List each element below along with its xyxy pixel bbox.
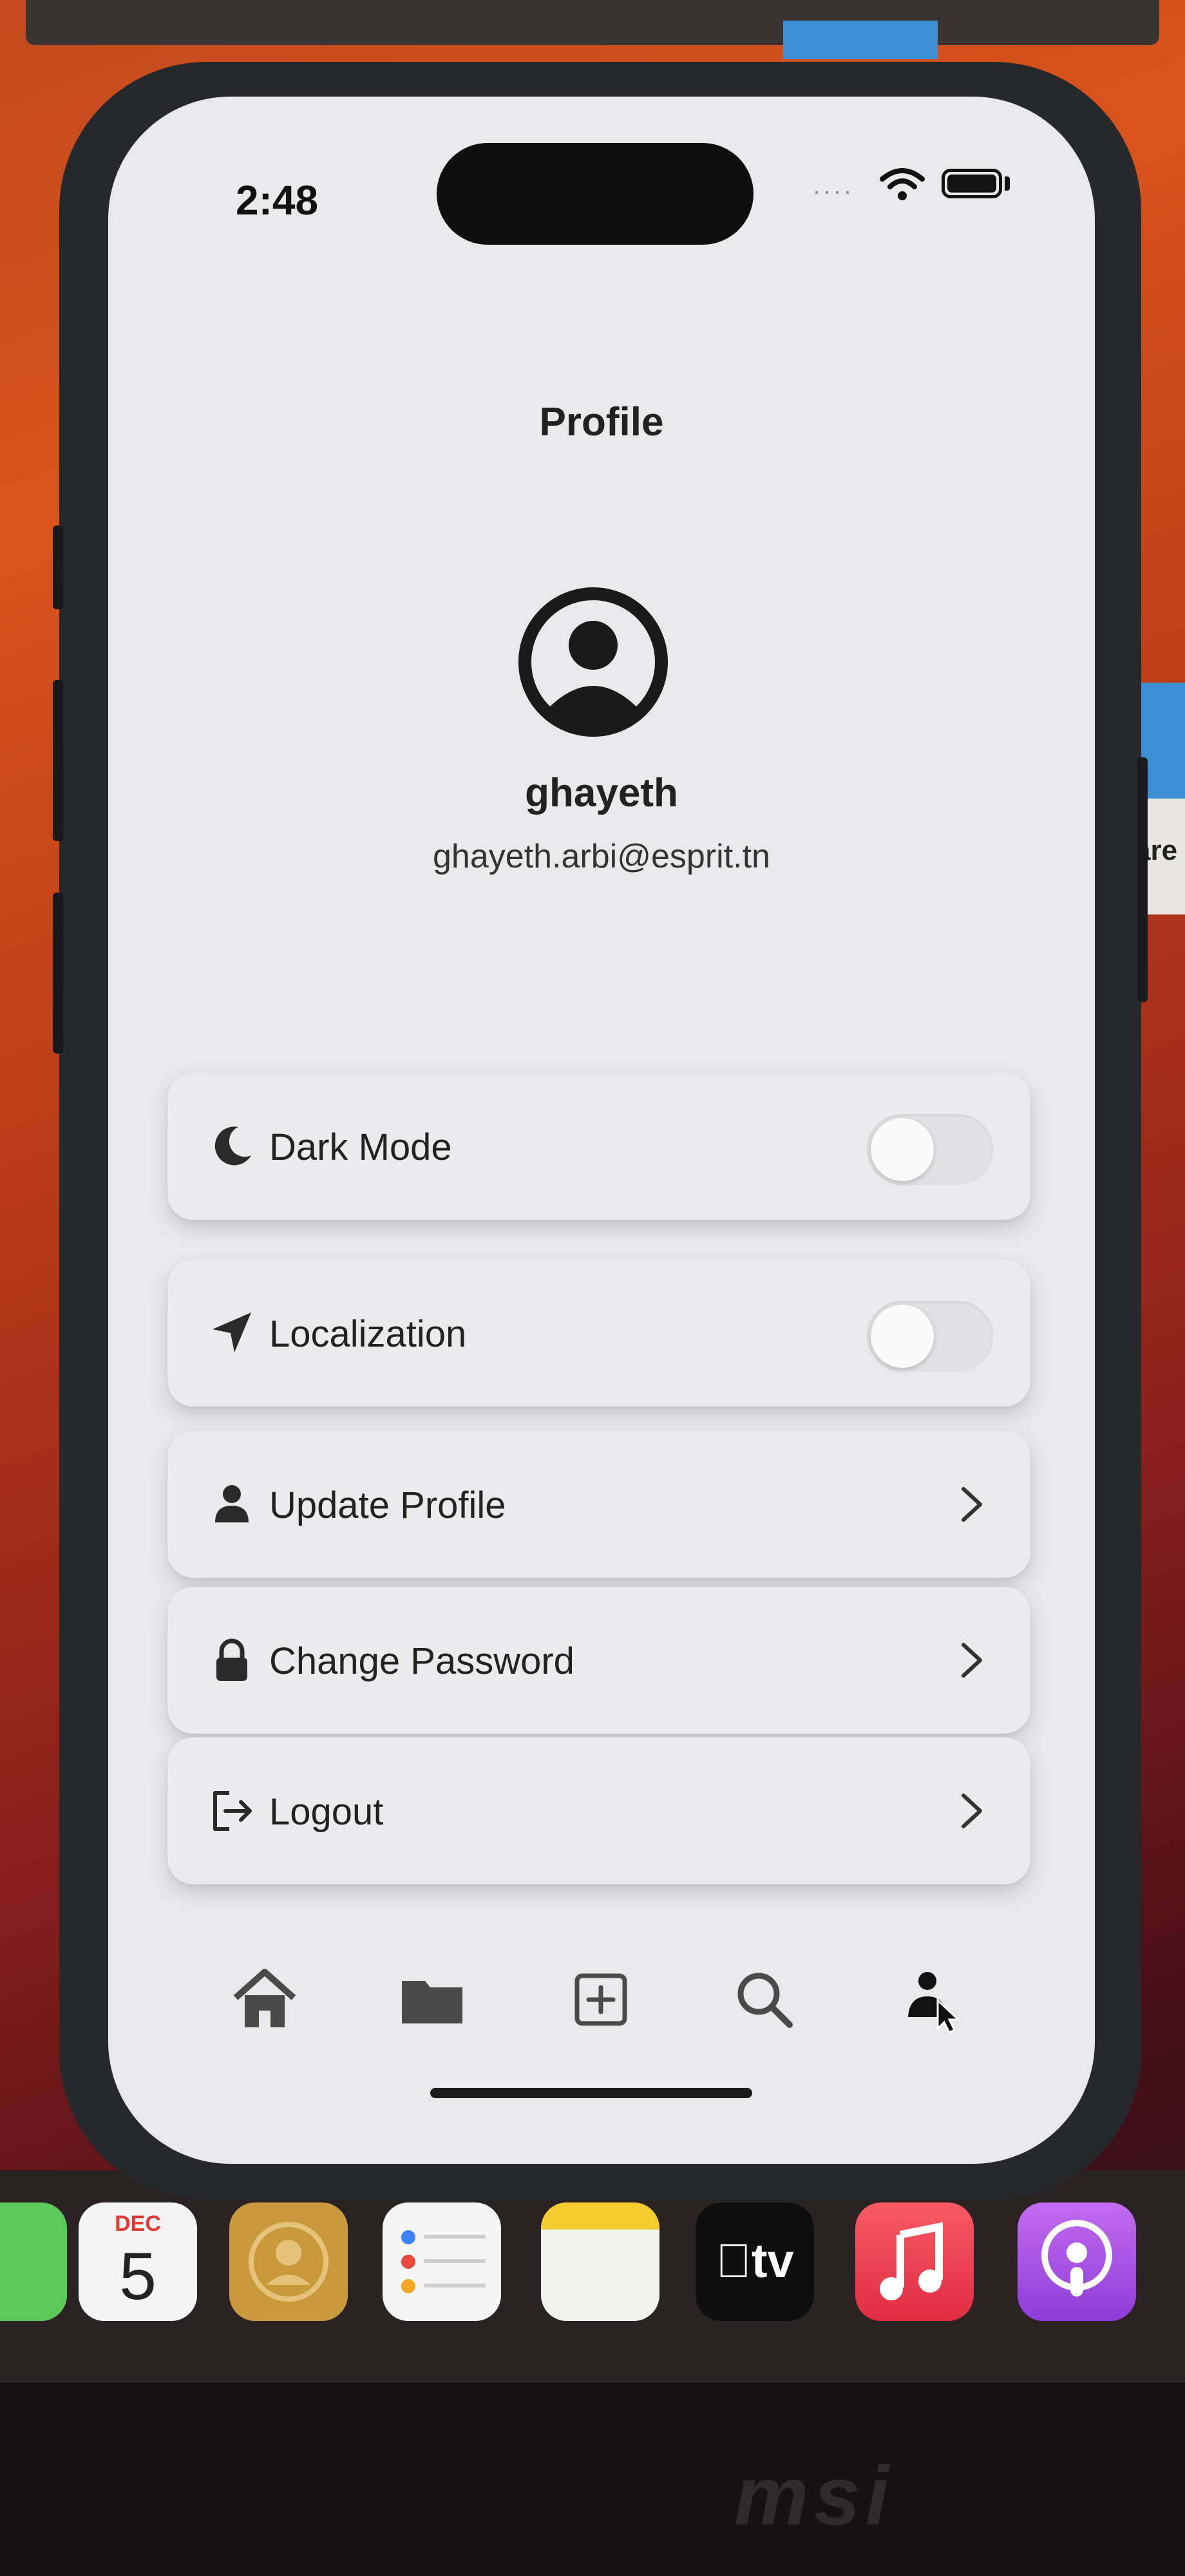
chevron-right-icon <box>962 1487 982 1522</box>
phone-power-button <box>1137 757 1148 1002</box>
dock-contacts-icon[interactable] <box>229 2202 348 2321</box>
dock-facetime-icon[interactable] <box>0 2202 67 2321</box>
dock-notes-icon[interactable] <box>541 2202 659 2321</box>
dark-mode-toggle[interactable] <box>867 1114 993 1185</box>
dock-podcasts-icon[interactable] <box>1018 2202 1136 2321</box>
chevron-right-icon <box>962 1794 982 1828</box>
signal-dots: ···· <box>813 178 854 204</box>
monitor-bezel <box>0 2383 1185 2576</box>
logout-row[interactable]: Logout <box>167 1738 1030 1884</box>
status-time: 2:48 <box>236 177 319 223</box>
home-icon[interactable] <box>229 1964 300 2035</box>
tv-label: tv <box>716 2234 793 2287</box>
toggle-knob <box>871 1305 934 1368</box>
profile-tab-icon[interactable] <box>895 1964 966 2035</box>
toggle-knob <box>871 1118 934 1181</box>
dock-apple-tv-icon[interactable]: tv <box>696 2202 814 2321</box>
search-icon[interactable] <box>729 1964 800 2035</box>
wifi-icon <box>880 168 925 200</box>
dark-mode-label: Dark Mode <box>269 1126 452 1168</box>
location-arrow-icon <box>213 1312 251 1352</box>
chevron-right-icon <box>962 1643 982 1678</box>
calendar-month: DEC <box>115 2211 161 2236</box>
page-title: Profile <box>539 400 664 444</box>
person-circle-icon <box>518 587 668 737</box>
calendar-day: 5 <box>119 2239 156 2314</box>
profile-username: ghayeth <box>525 771 678 815</box>
change-password-row[interactable]: Change Password <box>167 1587 1030 1734</box>
battery-tip <box>1005 176 1010 191</box>
dark-mode-row: Dark Mode <box>167 1073 1030 1220</box>
battery-icon <box>942 169 1002 198</box>
update-profile-row[interactable]: Update Profile <box>167 1431 1030 1578</box>
change-password-label: Change Password <box>269 1640 574 1682</box>
localization-toggle[interactable] <box>867 1301 993 1372</box>
phone-mute-switch <box>53 526 63 609</box>
desktop-blue-tab <box>783 21 938 59</box>
profile-email: ghayeth.arbi@esprit.tn <box>433 838 770 875</box>
home-indicator <box>430 2088 752 2098</box>
dock-calendar-icon[interactable]: DEC 5 <box>79 2202 197 2321</box>
moon-icon <box>214 1126 251 1166</box>
dock-music-icon[interactable] <box>855 2202 974 2321</box>
notes-header-strip <box>541 2202 659 2230</box>
person-icon <box>215 1485 249 1522</box>
dynamic-island <box>437 143 754 245</box>
dock-reminders-icon[interactable] <box>383 2202 501 2321</box>
window-top-edge <box>26 0 1159 45</box>
monitor-brand-logo: msi <box>734 2448 895 2543</box>
logout-icon <box>213 1791 252 1831</box>
tab-bar <box>108 1900 1095 2067</box>
localization-label: Localization <box>269 1313 467 1355</box>
plus-square-icon[interactable] <box>565 1964 636 2035</box>
phone-volume-up <box>53 680 63 841</box>
folder-icon[interactable] <box>397 1964 468 2035</box>
logout-label: Logout <box>269 1791 384 1833</box>
update-profile-label: Update Profile <box>269 1484 506 1526</box>
localization-row: Localization <box>167 1260 1030 1406</box>
lock-icon <box>216 1638 247 1681</box>
app-screen: 2:48 ···· Profile ghayeth ghayeth.arbi@e… <box>108 97 1095 2164</box>
phone-volume-down <box>53 893 63 1054</box>
